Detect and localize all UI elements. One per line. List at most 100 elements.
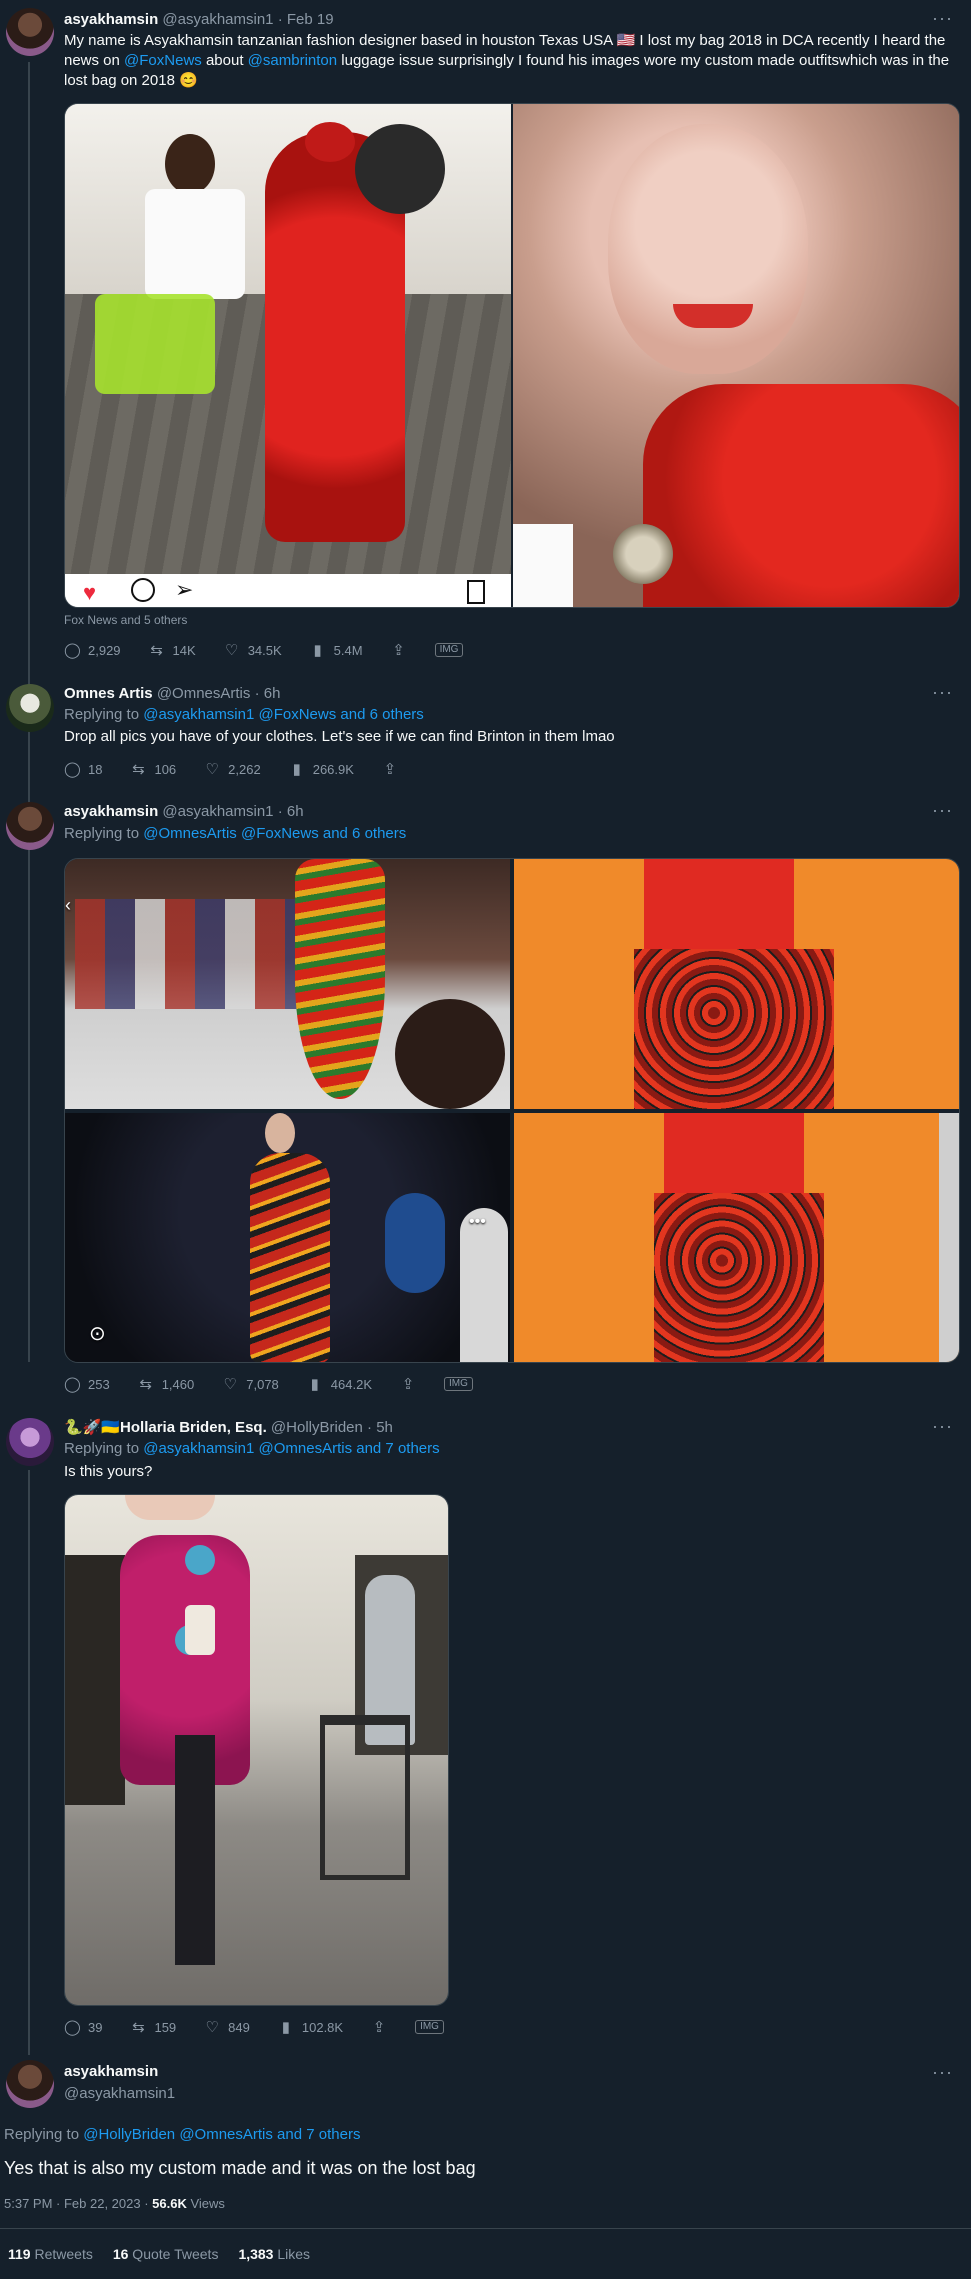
reply-label: Replying to xyxy=(64,1440,144,1457)
reply-targets[interactable]: @OmnesArtis @FoxNews and 6 others xyxy=(143,825,406,842)
media-photo[interactable]: ••• ⊙ xyxy=(65,1113,510,1362)
author-handle[interactable]: @HollyBriden xyxy=(271,1419,363,1436)
retweet-icon: ⇆ xyxy=(150,642,163,659)
share-button[interactable]: ⇪ xyxy=(382,760,398,778)
views-button[interactable]: ▮ 102.8K xyxy=(278,2018,343,2036)
media-photo[interactable]: ‹ xyxy=(65,859,510,1109)
tweet-timestamp: 5:37 PM · Feb 22, 2023 · 56.6K Views xyxy=(4,2194,225,2214)
media-photo[interactable]: ♥ ➢ xyxy=(65,104,511,607)
author-handle[interactable]: @asyakhamsin1 xyxy=(162,803,273,820)
tweet-text-part: about xyxy=(201,52,248,69)
reply-button[interactable]: ◯ 2,929 xyxy=(64,641,121,659)
retweet-button[interactable]: ⇆ 106 xyxy=(130,760,176,778)
more-options-icon[interactable]: ••• xyxy=(469,1213,486,1231)
views-count: 464.2K xyxy=(330,1376,372,1392)
like-button[interactable]: ♡ 34.5K xyxy=(224,641,282,659)
media-photo[interactable] xyxy=(513,104,959,607)
thread-line xyxy=(28,1470,30,2055)
share-icon: ⇪ xyxy=(372,2019,386,2036)
author-name[interactable]: asyakhamsin xyxy=(64,11,158,28)
reply-icon: ◯ xyxy=(64,761,81,778)
retweet-button[interactable]: ⇆ 14K xyxy=(149,641,195,659)
media-photo[interactable] xyxy=(514,1113,959,1362)
chevron-left-icon[interactable]: ‹ xyxy=(65,895,71,916)
views-icon: ▮ xyxy=(310,1376,319,1393)
media-badge[interactable]: IMG xyxy=(415,2020,444,2034)
tweet-time[interactable]: · 6h xyxy=(255,685,281,702)
share-button[interactable]: ⇪ xyxy=(391,641,407,659)
tweet-header: 🐍🚀🇺🇦Hollaria Briden, Esq. @HollyBriden ·… xyxy=(64,1418,393,1438)
like-count: 849 xyxy=(228,2019,250,2035)
camera-scan-icon[interactable]: ⊙ xyxy=(89,1321,106,1346)
avatar[interactable] xyxy=(6,802,54,850)
reply-count: 253 xyxy=(88,1376,110,1392)
author-handle[interactable]: @asyakhamsin1 xyxy=(162,11,273,28)
reply-targets[interactable]: @asyakhamsin1 @FoxNews and 6 others xyxy=(143,706,424,723)
like-button[interactable]: ♡ 849 xyxy=(204,2018,250,2036)
comment-icon xyxy=(131,578,155,602)
tweet-header: asyakhamsin @asyakhamsin1 · 6h xyxy=(64,802,304,822)
tweet-time[interactable]: · 6h xyxy=(278,803,304,820)
author-name[interactable]: Omnes Artis xyxy=(64,685,153,702)
author-handle[interactable]: @asyakhamsin1 xyxy=(64,2085,175,2102)
reply-label: Replying to xyxy=(64,825,144,842)
reply-button[interactable]: ◯ 39 xyxy=(64,2018,102,2036)
main-tweet-text: Yes that is also my custom made and it w… xyxy=(4,2158,476,2178)
bookmark-icon xyxy=(467,580,485,604)
quotes-label: Quote Tweets xyxy=(128,2246,219,2262)
quotes-stat[interactable]: 16 Quote Tweets xyxy=(113,2246,219,2262)
author-name[interactable]: Hollaria Briden, Esq. xyxy=(120,1419,267,1436)
views-button[interactable]: ▮ 5.4M xyxy=(310,641,363,659)
avatar[interactable] xyxy=(6,684,54,732)
views-icon: ▮ xyxy=(292,761,301,778)
more-icon[interactable]: ··· xyxy=(932,8,953,29)
retweet-button[interactable]: ⇆ 159 xyxy=(130,2018,176,2036)
likes-stat[interactable]: 1,383 Likes xyxy=(238,2246,310,2262)
reply-button[interactable]: ◯ 18 xyxy=(64,760,102,778)
like-button[interactable]: ♡ 7,078 xyxy=(222,1375,279,1393)
reply-targets[interactable]: @HollyBriden @OmnesArtis and 7 others xyxy=(83,2126,360,2143)
avatar[interactable] xyxy=(6,8,54,56)
author-handle[interactable]: @OmnesArtis xyxy=(157,685,251,702)
like-button[interactable]: ♡ 2,262 xyxy=(204,760,260,778)
like-icon: ♡ xyxy=(205,2019,219,2036)
reply-count: 39 xyxy=(88,2019,103,2035)
more-icon[interactable]: ··· xyxy=(932,682,953,703)
timestamp-text[interactable]: 5:37 PM · Feb 22, 2023 · xyxy=(4,2196,152,2211)
media-badge[interactable]: IMG xyxy=(434,643,464,657)
share-button[interactable]: ⇪ xyxy=(371,2018,387,2036)
avatar[interactable] xyxy=(6,2060,54,2108)
views-button[interactable]: ▮ 266.9K xyxy=(289,760,354,778)
reply-targets[interactable]: @asyakhamsin1 @OmnesArtis and 7 others xyxy=(143,1440,439,1457)
author-name[interactable]: asyakhamsin xyxy=(64,803,158,820)
media-photo[interactable] xyxy=(65,1495,448,2005)
retweet-button[interactable]: ⇆ 1,460 xyxy=(138,1375,194,1393)
media-badge[interactable]: IMG xyxy=(444,1377,473,1391)
more-icon[interactable]: ··· xyxy=(932,2062,953,2083)
reply-icon: ◯ xyxy=(64,642,81,659)
tweet-media[interactable] xyxy=(64,1494,449,2006)
views-button[interactable]: ▮ 464.2K xyxy=(307,1375,372,1393)
retweets-label: Retweets xyxy=(30,2246,93,2262)
media-caption[interactable]: Fox News and 5 others xyxy=(64,613,187,627)
author-name[interactable]: asyakhamsin xyxy=(64,2063,158,2080)
tweet-media-grid[interactable]: ‹ ••• ⊙ xyxy=(64,858,960,1363)
tweet-time[interactable]: · 5h xyxy=(367,1419,393,1436)
more-icon[interactable]: ··· xyxy=(932,800,953,821)
reply-button[interactable]: ◯ 253 xyxy=(64,1375,110,1393)
tweet-text: My name is Asyakhamsin tanzanian fashion… xyxy=(64,31,953,91)
tweet-time[interactable]: · Feb 19 xyxy=(278,11,334,28)
mention-link[interactable]: @sambrinton xyxy=(248,52,337,69)
main-tweet-name: asyakhamsin xyxy=(64,2062,158,2082)
share-button[interactable]: ⇪ xyxy=(400,1375,416,1393)
avatar[interactable] xyxy=(6,1418,54,1466)
tweet-text: Drop all pics you have of your clothes. … xyxy=(64,728,615,745)
media-photo[interactable] xyxy=(514,859,959,1109)
reply-icon: ◯ xyxy=(64,2019,81,2036)
retweets-count: 119 xyxy=(8,2246,31,2262)
more-icon[interactable]: ··· xyxy=(932,1416,953,1437)
retweets-stat[interactable]: 119 Retweets xyxy=(8,2246,93,2262)
mention-link[interactable]: @FoxNews xyxy=(124,52,202,69)
tweet-actions: ◯ 18 ⇆ 106 ♡ 2,262 ▮ 266.9K ⇪ xyxy=(64,759,426,779)
tweet-media[interactable]: ♥ ➢ xyxy=(64,103,960,608)
